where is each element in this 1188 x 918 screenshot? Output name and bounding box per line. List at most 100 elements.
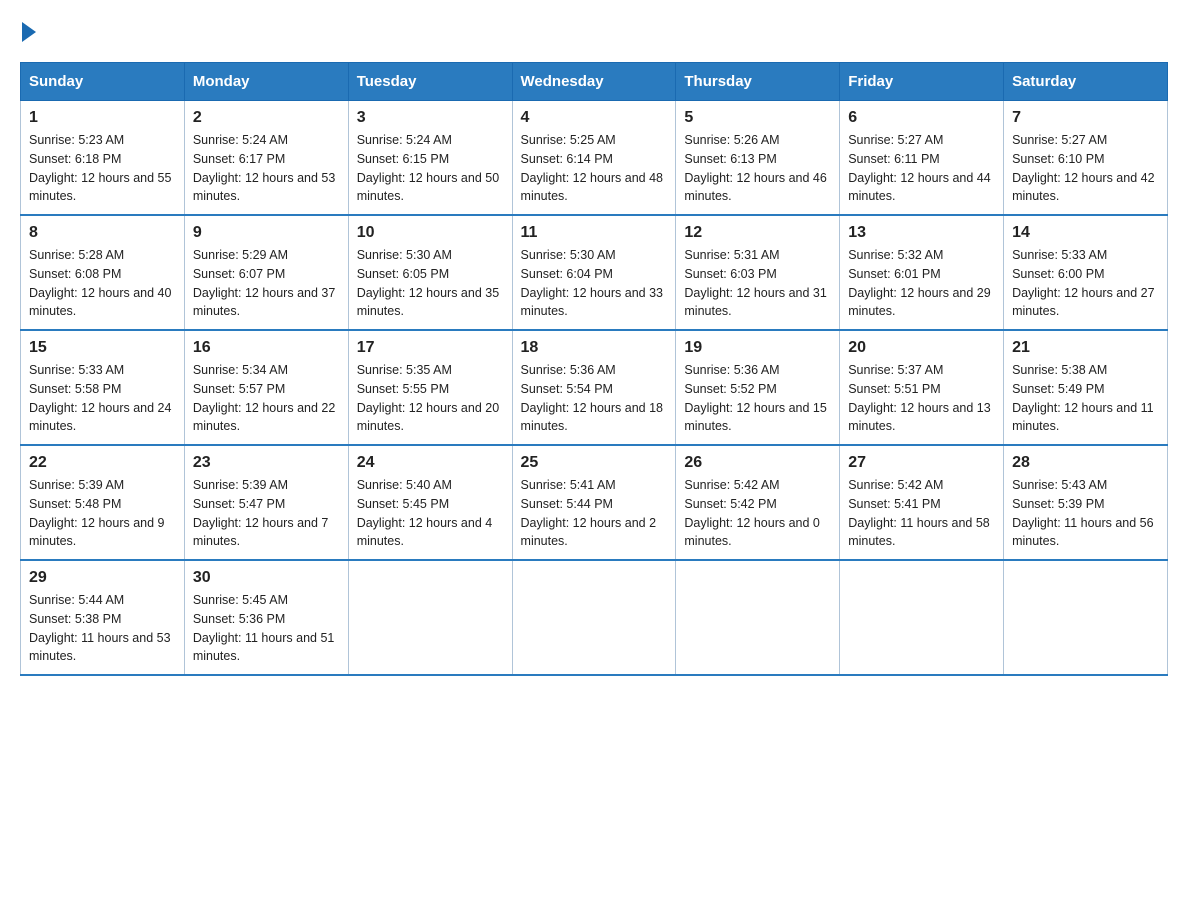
weekday-header-sunday: Sunday bbox=[21, 63, 185, 101]
calendar-cell: 26 Sunrise: 5:42 AMSunset: 5:42 PMDayligh… bbox=[676, 445, 840, 560]
day-number: 5 bbox=[684, 109, 831, 127]
calendar-cell: 12 Sunrise: 5:31 AMSunset: 6:03 PMDayligh… bbox=[676, 215, 840, 330]
day-info: Sunrise: 5:43 AMSunset: 5:39 PMDaylight:… bbox=[1012, 476, 1159, 551]
day-info: Sunrise: 5:39 AMSunset: 5:48 PMDaylight:… bbox=[29, 476, 176, 551]
calendar-week-row: 15Sunrise: 5:33 AMSunset: 5:58 PMDayligh… bbox=[21, 330, 1168, 445]
day-info: Sunrise: 5:45 AMSunset: 5:36 PMDaylight:… bbox=[193, 591, 340, 666]
calendar-cell: 30 Sunrise: 5:45 AMSunset: 5:36 PMDayligh… bbox=[184, 560, 348, 675]
calendar-week-row: 1Sunrise: 5:23 AMSunset: 6:18 PMDaylight… bbox=[21, 101, 1168, 216]
weekday-header-tuesday: Tuesday bbox=[348, 63, 512, 101]
calendar-cell: 21 Sunrise: 5:38 AMSunset: 5:49 PMDayligh… bbox=[1004, 330, 1168, 445]
calendar-cell: 23 Sunrise: 5:39 AMSunset: 5:47 PMDayligh… bbox=[184, 445, 348, 560]
day-number: 29 bbox=[29, 569, 176, 587]
day-number: 8 bbox=[29, 224, 176, 242]
day-info: Sunrise: 5:33 AMSunset: 6:00 PMDaylight:… bbox=[1012, 246, 1159, 321]
calendar-cell bbox=[840, 560, 1004, 675]
day-info: Sunrise: 5:34 AMSunset: 5:57 PMDaylight:… bbox=[193, 361, 340, 436]
calendar-cell: 22 Sunrise: 5:39 AMSunset: 5:48 PMDayligh… bbox=[21, 445, 185, 560]
calendar-cell: 19 Sunrise: 5:36 AMSunset: 5:52 PMDayligh… bbox=[676, 330, 840, 445]
day-number: 28 bbox=[1012, 454, 1159, 472]
day-number: 22 bbox=[29, 454, 176, 472]
weekday-header-friday: Friday bbox=[840, 63, 1004, 101]
day-info: Sunrise: 5:32 AMSunset: 6:01 PMDaylight:… bbox=[848, 246, 995, 321]
day-info: Sunrise: 5:24 AMSunset: 6:15 PMDaylight:… bbox=[357, 131, 504, 206]
day-info: Sunrise: 5:29 AMSunset: 6:07 PMDaylight:… bbox=[193, 246, 340, 321]
day-info: Sunrise: 5:33 AMSunset: 5:58 PMDaylight:… bbox=[29, 361, 176, 436]
calendar-week-row: 22 Sunrise: 5:39 AMSunset: 5:48 PMDayligh… bbox=[21, 445, 1168, 560]
calendar-cell: 18 Sunrise: 5:36 AMSunset: 5:54 PMDayligh… bbox=[512, 330, 676, 445]
day-info: Sunrise: 5:30 AMSunset: 6:04 PMDaylight:… bbox=[521, 246, 668, 321]
calendar-cell: 8 Sunrise: 5:28 AMSunset: 6:08 PMDaylight… bbox=[21, 215, 185, 330]
day-info: Sunrise: 5:28 AMSunset: 6:08 PMDaylight:… bbox=[29, 246, 176, 321]
day-info: Sunrise: 5:31 AMSunset: 6:03 PMDaylight:… bbox=[684, 246, 831, 321]
weekday-header-monday: Monday bbox=[184, 63, 348, 101]
calendar-cell: 3 Sunrise: 5:24 AMSunset: 6:15 PMDaylight… bbox=[348, 101, 512, 216]
day-number: 3 bbox=[357, 109, 504, 127]
logo-arrow-icon bbox=[22, 22, 36, 42]
day-number: 20 bbox=[848, 339, 995, 357]
calendar-cell: 11 Sunrise: 5:30 AMSunset: 6:04 PMDayligh… bbox=[512, 215, 676, 330]
day-number: 19 bbox=[684, 339, 831, 357]
calendar-cell bbox=[1004, 560, 1168, 675]
calendar-cell: 2 Sunrise: 5:24 AMSunset: 6:17 PMDaylight… bbox=[184, 101, 348, 216]
calendar-cell: 10 Sunrise: 5:30 AMSunset: 6:05 PMDayligh… bbox=[348, 215, 512, 330]
day-number: 25 bbox=[521, 454, 668, 472]
day-info: Sunrise: 5:42 AMSunset: 5:42 PMDaylight:… bbox=[684, 476, 831, 551]
day-info: Sunrise: 5:23 AMSunset: 6:18 PMDaylight:… bbox=[29, 131, 176, 206]
day-number: 18 bbox=[521, 339, 668, 357]
day-number: 10 bbox=[357, 224, 504, 242]
day-info: Sunrise: 5:36 AMSunset: 5:54 PMDaylight:… bbox=[521, 361, 668, 436]
calendar-week-row: 29 Sunrise: 5:44 AMSunset: 5:38 PMDayligh… bbox=[21, 560, 1168, 675]
day-number: 14 bbox=[1012, 224, 1159, 242]
day-number: 6 bbox=[848, 109, 995, 127]
calendar-cell: 9 Sunrise: 5:29 AMSunset: 6:07 PMDaylight… bbox=[184, 215, 348, 330]
day-info: Sunrise: 5:41 AMSunset: 5:44 PMDaylight:… bbox=[521, 476, 668, 551]
day-number: 23 bbox=[193, 454, 340, 472]
calendar-cell bbox=[348, 560, 512, 675]
weekday-header-thursday: Thursday bbox=[676, 63, 840, 101]
page-header bbox=[20, 20, 1168, 42]
calendar-cell: 4 Sunrise: 5:25 AMSunset: 6:14 PMDaylight… bbox=[512, 101, 676, 216]
calendar-cell: 15Sunrise: 5:33 AMSunset: 5:58 PMDayligh… bbox=[21, 330, 185, 445]
calendar-cell: 14 Sunrise: 5:33 AMSunset: 6:00 PMDayligh… bbox=[1004, 215, 1168, 330]
day-info: Sunrise: 5:25 AMSunset: 6:14 PMDaylight:… bbox=[521, 131, 668, 206]
day-info: Sunrise: 5:44 AMSunset: 5:38 PMDaylight:… bbox=[29, 591, 176, 666]
day-number: 2 bbox=[193, 109, 340, 127]
weekday-header-saturday: Saturday bbox=[1004, 63, 1168, 101]
weekday-header-wednesday: Wednesday bbox=[512, 63, 676, 101]
calendar-table: SundayMondayTuesdayWednesdayThursdayFrid… bbox=[20, 62, 1168, 676]
day-info: Sunrise: 5:37 AMSunset: 5:51 PMDaylight:… bbox=[848, 361, 995, 436]
day-info: Sunrise: 5:38 AMSunset: 5:49 PMDaylight:… bbox=[1012, 361, 1159, 436]
day-info: Sunrise: 5:35 AMSunset: 5:55 PMDaylight:… bbox=[357, 361, 504, 436]
day-info: Sunrise: 5:39 AMSunset: 5:47 PMDaylight:… bbox=[193, 476, 340, 551]
day-number: 26 bbox=[684, 454, 831, 472]
calendar-cell: 29 Sunrise: 5:44 AMSunset: 5:38 PMDayligh… bbox=[21, 560, 185, 675]
calendar-cell: 5 Sunrise: 5:26 AMSunset: 6:13 PMDaylight… bbox=[676, 101, 840, 216]
day-info: Sunrise: 5:30 AMSunset: 6:05 PMDaylight:… bbox=[357, 246, 504, 321]
day-number: 21 bbox=[1012, 339, 1159, 357]
day-number: 24 bbox=[357, 454, 504, 472]
day-number: 12 bbox=[684, 224, 831, 242]
day-info: Sunrise: 5:27 AMSunset: 6:11 PMDaylight:… bbox=[848, 131, 995, 206]
day-info: Sunrise: 5:36 AMSunset: 5:52 PMDaylight:… bbox=[684, 361, 831, 436]
day-number: 13 bbox=[848, 224, 995, 242]
day-number: 4 bbox=[521, 109, 668, 127]
calendar-cell: 27Sunrise: 5:42 AMSunset: 5:41 PMDayligh… bbox=[840, 445, 1004, 560]
logo bbox=[20, 20, 36, 42]
calendar-cell: 6 Sunrise: 5:27 AMSunset: 6:11 PMDaylight… bbox=[840, 101, 1004, 216]
weekday-header-row: SundayMondayTuesdayWednesdayThursdayFrid… bbox=[21, 63, 1168, 101]
day-info: Sunrise: 5:24 AMSunset: 6:17 PMDaylight:… bbox=[193, 131, 340, 206]
calendar-cell: 24Sunrise: 5:40 AMSunset: 5:45 PMDayligh… bbox=[348, 445, 512, 560]
calendar-cell: 20 Sunrise: 5:37 AMSunset: 5:51 PMDayligh… bbox=[840, 330, 1004, 445]
day-number: 11 bbox=[521, 224, 668, 242]
calendar-cell: 1Sunrise: 5:23 AMSunset: 6:18 PMDaylight… bbox=[21, 101, 185, 216]
day-info: Sunrise: 5:26 AMSunset: 6:13 PMDaylight:… bbox=[684, 131, 831, 206]
day-number: 7 bbox=[1012, 109, 1159, 127]
calendar-week-row: 8 Sunrise: 5:28 AMSunset: 6:08 PMDaylight… bbox=[21, 215, 1168, 330]
calendar-cell: 28 Sunrise: 5:43 AMSunset: 5:39 PMDayligh… bbox=[1004, 445, 1168, 560]
day-number: 16 bbox=[193, 339, 340, 357]
day-number: 30 bbox=[193, 569, 340, 587]
day-number: 9 bbox=[193, 224, 340, 242]
day-info: Sunrise: 5:27 AMSunset: 6:10 PMDaylight:… bbox=[1012, 131, 1159, 206]
day-info: Sunrise: 5:42 AMSunset: 5:41 PMDaylight:… bbox=[848, 476, 995, 551]
